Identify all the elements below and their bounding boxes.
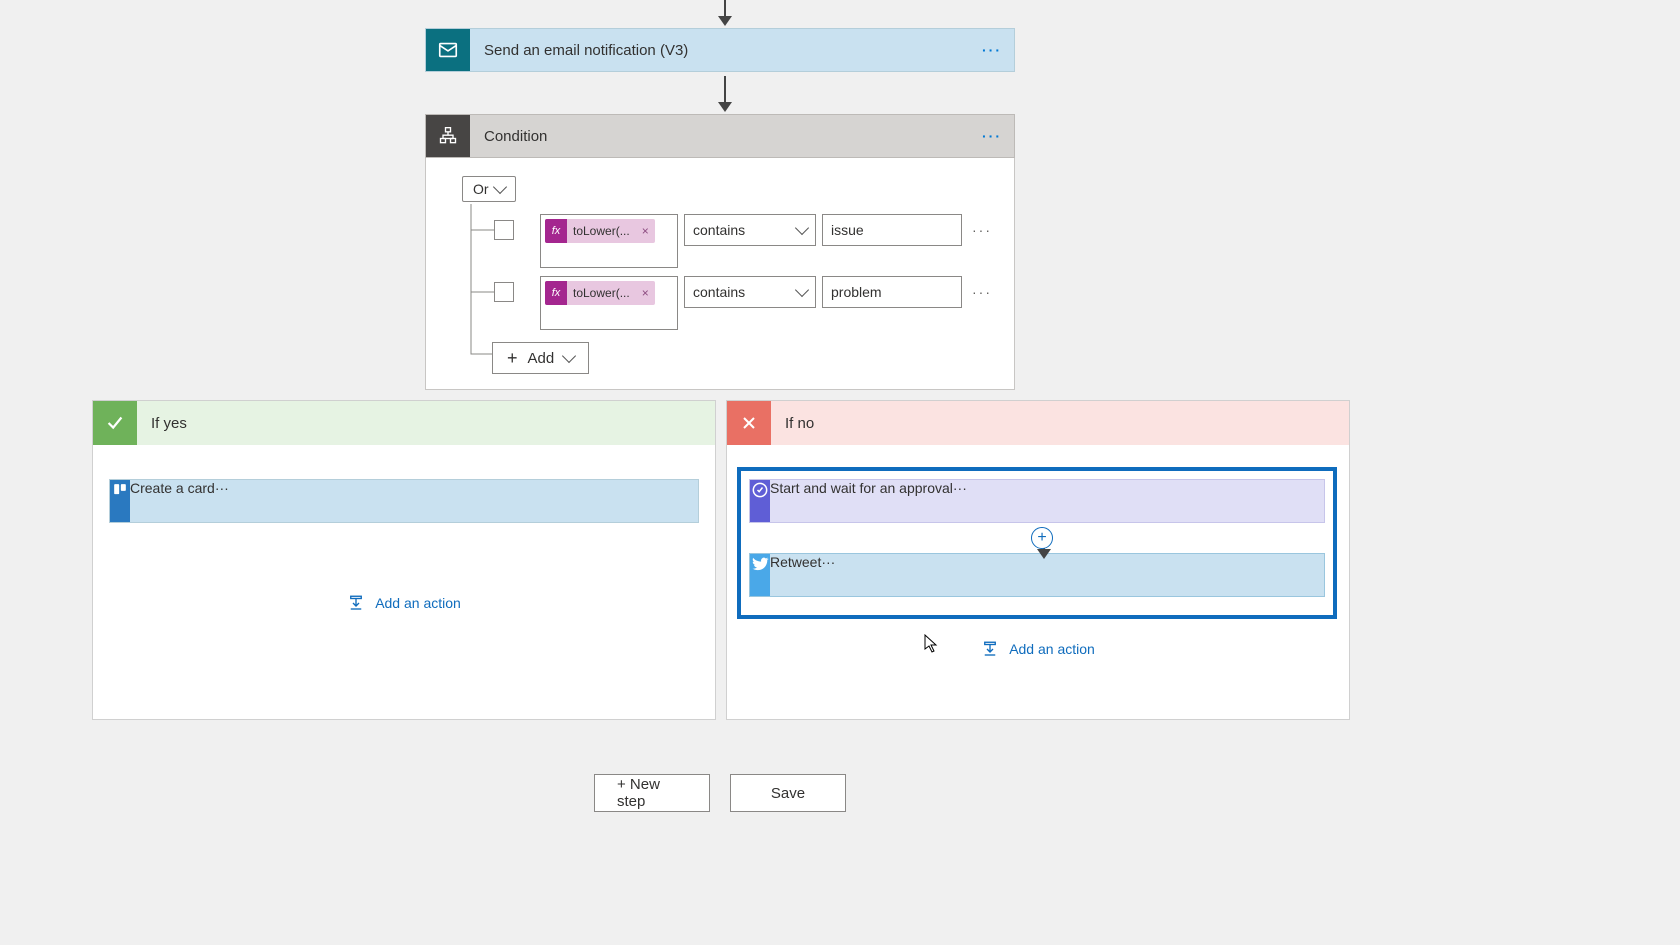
group-operator-label: Or — [473, 181, 489, 197]
action-menu[interactable]: ··· — [215, 480, 229, 522]
condition-icon — [426, 115, 470, 157]
mail-icon — [426, 29, 470, 71]
condition-row: fx toLower(... × contains problem ··· — [494, 276, 996, 330]
chevron-down-icon — [492, 180, 506, 194]
expression-token[interactable]: fx toLower(... × — [545, 219, 655, 243]
close-icon — [727, 401, 771, 445]
token-remove[interactable]: × — [636, 286, 655, 300]
branch-title: If yes — [137, 415, 201, 432]
row-menu[interactable]: ··· — [968, 214, 996, 246]
condition-left-value[interactable]: fx toLower(... × — [540, 276, 678, 330]
operator-select[interactable]: contains — [684, 276, 816, 308]
row-checkbox[interactable] — [494, 220, 514, 240]
action-retweet[interactable]: Retweet ··· — [749, 553, 1325, 597]
action-menu[interactable]: ··· — [953, 480, 967, 522]
condition-row: fx toLower(... × contains issue ··· — [494, 214, 996, 268]
trello-icon — [110, 480, 130, 522]
group-operator-select[interactable]: Or — [462, 176, 516, 202]
condition-right-value[interactable]: problem — [822, 276, 962, 308]
action-create-card[interactable]: Create a card ··· — [109, 479, 699, 523]
mouse-cursor — [924, 634, 938, 654]
action-title: Create a card — [130, 480, 215, 522]
expression-token[interactable]: fx toLower(... × — [545, 281, 655, 305]
step-condition[interactable]: Condition ··· — [425, 114, 1015, 158]
row-menu[interactable]: ··· — [968, 276, 996, 308]
condition-body: Or fx toLower(... × contains — [425, 158, 1015, 390]
fx-icon: fx — [545, 281, 567, 305]
step-title: Send an email notification (V3) — [470, 29, 970, 71]
add-condition-button[interactable]: + Add — [492, 342, 589, 374]
add-action-button[interactable]: Add an action — [93, 583, 715, 623]
step-menu[interactable]: ··· — [970, 115, 1014, 157]
insert-icon — [347, 594, 365, 612]
action-menu[interactable]: ··· — [821, 554, 835, 596]
save-button[interactable]: Save — [730, 774, 846, 812]
token-remove[interactable]: × — [636, 224, 655, 238]
step-title: Condition — [470, 115, 970, 157]
approval-icon — [750, 480, 770, 522]
action-title: Start and wait for an approval — [770, 480, 953, 522]
chevron-down-icon — [795, 221, 809, 235]
add-action-button[interactable]: Add an action — [727, 629, 1349, 669]
step-menu[interactable]: ··· — [970, 29, 1014, 71]
branch-if-no: If no Start and wait for an approval ···… — [726, 400, 1350, 720]
insert-step-button[interactable]: + — [1031, 527, 1053, 549]
selected-actions-group: Start and wait for an approval ··· + Ret… — [737, 467, 1337, 619]
fx-icon: fx — [545, 219, 567, 243]
condition-left-value[interactable]: fx toLower(... × — [540, 214, 678, 268]
action-title: Retweet — [770, 554, 821, 596]
condition-right-value[interactable]: issue — [822, 214, 962, 246]
row-checkbox[interactable] — [494, 282, 514, 302]
chevron-down-icon — [795, 283, 809, 297]
new-step-button[interactable]: + New step — [594, 774, 710, 812]
branch-title: If no — [771, 415, 828, 432]
branch-if-yes: If yes Create a card ··· Add an action — [92, 400, 716, 720]
check-icon — [93, 401, 137, 445]
action-start-approval[interactable]: Start and wait for an approval ··· — [749, 479, 1325, 523]
insert-icon — [981, 640, 999, 658]
operator-select[interactable]: contains — [684, 214, 816, 246]
twitter-icon — [750, 554, 770, 596]
plus-icon: + — [507, 349, 518, 367]
step-send-email[interactable]: Send an email notification (V3) ··· — [425, 28, 1015, 72]
chevron-down-icon — [562, 349, 576, 363]
